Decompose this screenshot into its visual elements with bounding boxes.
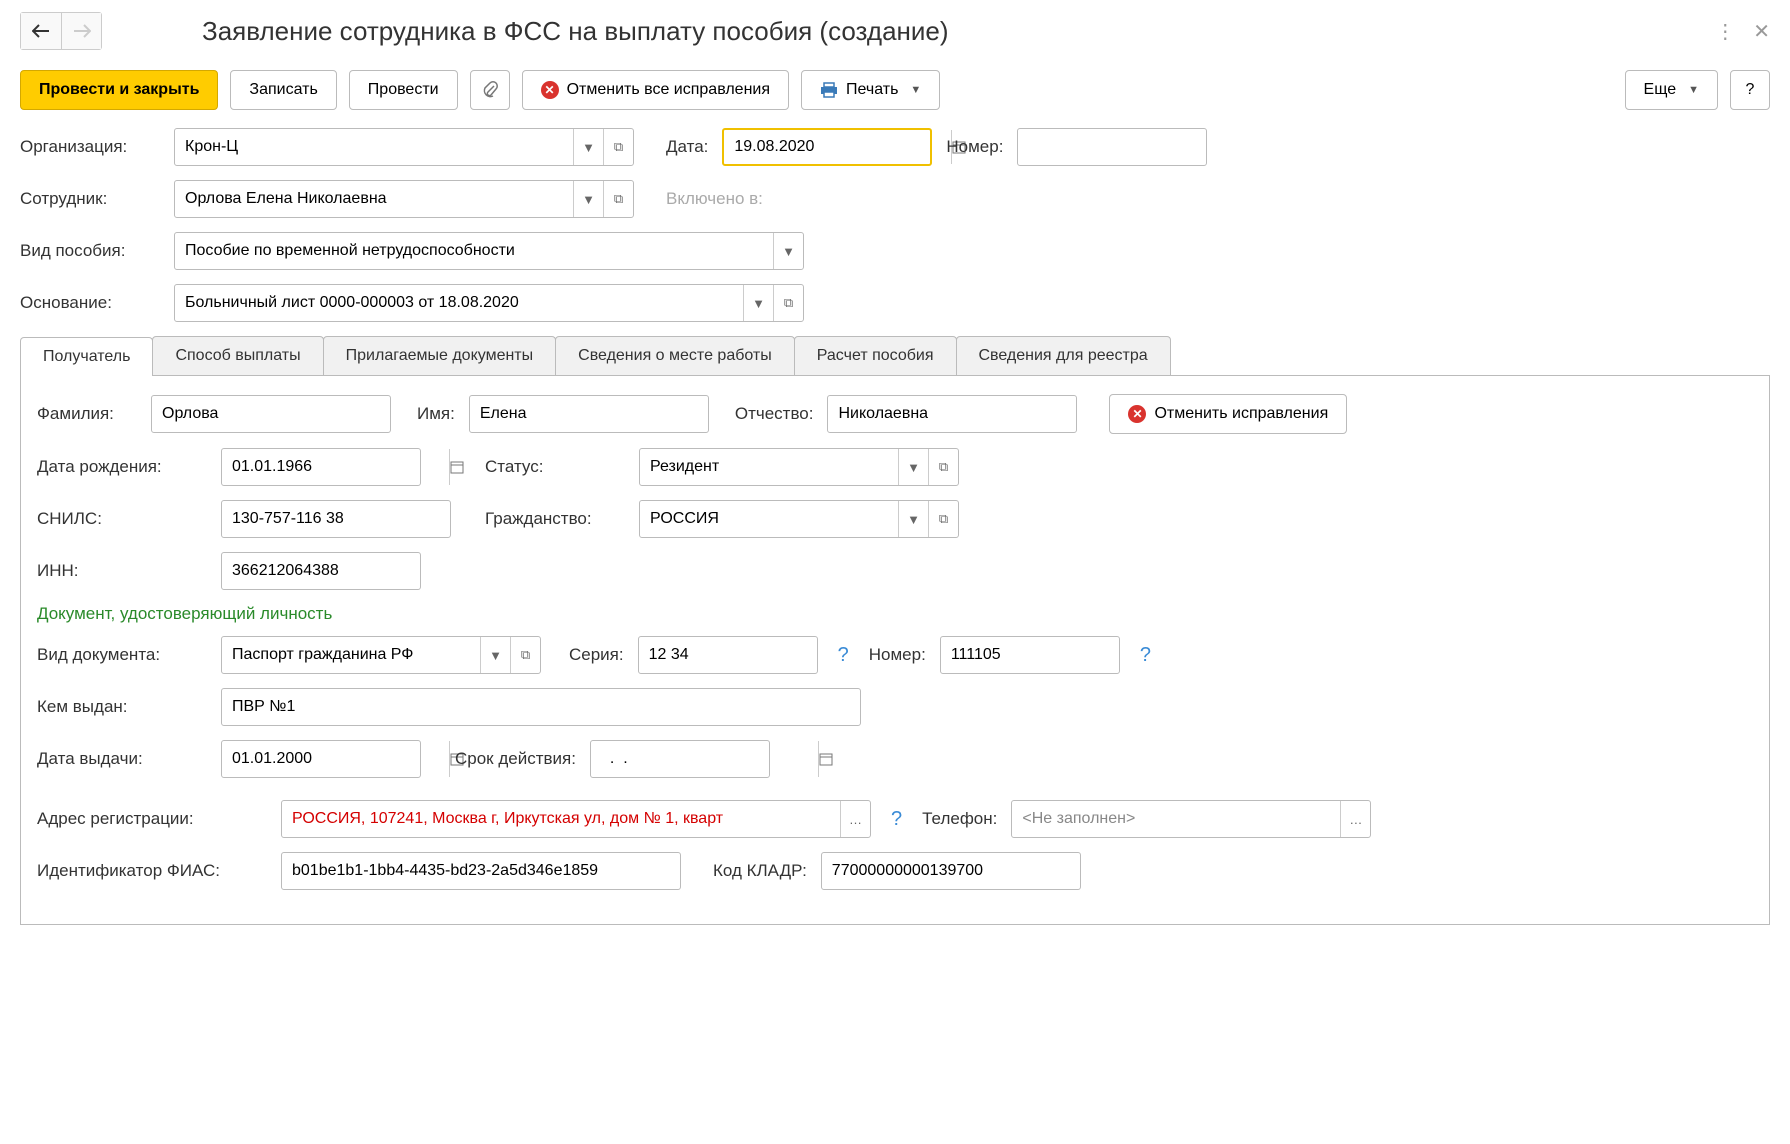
open-icon[interactable]: ⧉ [603, 181, 633, 217]
open-icon[interactable]: ⧉ [928, 449, 958, 485]
inn-input[interactable] [221, 552, 421, 590]
firstname-input[interactable] [469, 395, 709, 433]
addr-input[interactable]: … [281, 800, 871, 838]
id-section-title: Документ, удостоверяющий личность [37, 604, 1753, 624]
status-label: Статус: [485, 457, 625, 477]
lastname-input[interactable] [151, 395, 391, 433]
help-icon[interactable]: ? [1140, 644, 1151, 667]
employee-label: Сотрудник: [20, 189, 160, 209]
dropdown-icon[interactable]: ▼ [773, 233, 803, 269]
dropdown-icon[interactable]: ▼ [573, 129, 603, 165]
post-and-close-button[interactable]: Провести и закрыть [20, 70, 218, 110]
page-title: Заявление сотрудника в ФСС на выплату по… [202, 16, 1715, 47]
close-icon[interactable]: ✕ [1753, 19, 1770, 44]
attach-button[interactable] [470, 70, 510, 110]
nav-forward-button[interactable] [61, 13, 101, 49]
chevron-down-icon: ▼ [1688, 84, 1699, 96]
dropdown-icon[interactable]: ▼ [573, 181, 603, 217]
basis-input[interactable]: ▼ ⧉ [174, 284, 804, 322]
cancel-icon: ✕ [1128, 405, 1146, 423]
middlename-input[interactable] [827, 395, 1077, 433]
inn-label: ИНН: [37, 561, 207, 581]
open-icon[interactable]: ⧉ [603, 129, 633, 165]
dob-label: Дата рождения: [37, 457, 207, 477]
phone-label: Телефон: [922, 809, 997, 829]
idate-label: Дата выдачи: [37, 749, 207, 769]
dropdown-icon[interactable]: ▼ [743, 285, 773, 321]
more-button[interactable]: Еще ▼ [1625, 70, 1718, 110]
issued-input[interactable] [221, 688, 861, 726]
save-button[interactable]: Записать [230, 70, 336, 110]
undo-button[interactable]: ✕ Отменить исправления [1109, 394, 1347, 434]
tab-payment[interactable]: Способ выплаты [152, 336, 323, 375]
dropdown-icon[interactable]: ▼ [898, 501, 928, 537]
paperclip-icon [482, 81, 498, 99]
citizen-input[interactable]: ▼ ⧉ [639, 500, 959, 538]
more-icon[interactable]: … [840, 801, 870, 837]
open-icon[interactable]: ⧉ [928, 501, 958, 537]
calendar-icon[interactable] [818, 741, 833, 777]
help-icon[interactable]: ? [891, 808, 902, 831]
snils-input[interactable] [221, 500, 451, 538]
firstname-label: Имя: [417, 404, 455, 424]
issued-label: Кем выдан: [37, 697, 207, 717]
exp-input[interactable] [590, 740, 770, 778]
employee-input[interactable]: ▼ ⧉ [174, 180, 634, 218]
kladr-input[interactable] [821, 852, 1081, 890]
org-input[interactable]: ▼ ⧉ [174, 128, 634, 166]
fias-input[interactable] [281, 852, 681, 890]
help-icon[interactable]: ? [838, 644, 849, 667]
exp-label: Срок действия: [455, 749, 576, 769]
cancel-icon: ✕ [541, 81, 559, 99]
docnum-label: Номер: [869, 645, 926, 665]
post-button[interactable]: Провести [349, 70, 458, 110]
help-button[interactable]: ? [1730, 70, 1770, 110]
date-label: Дата: [666, 137, 708, 157]
tab-recipient[interactable]: Получатель [20, 337, 153, 376]
included-label: Включено в: [666, 189, 763, 209]
addr-label: Адрес регистрации: [37, 809, 267, 829]
phone-input[interactable]: … [1011, 800, 1371, 838]
org-label: Организация: [20, 137, 160, 157]
fias-label: Идентификатор ФИАС: [37, 861, 267, 881]
citizen-label: Гражданство: [485, 509, 625, 529]
kebab-menu-icon[interactable]: ⋮ [1715, 19, 1735, 44]
calendar-icon[interactable] [449, 449, 464, 485]
number-label: Номер: [946, 137, 1003, 157]
undo-all-button[interactable]: ✕ Отменить все исправления [522, 70, 789, 110]
print-button[interactable]: Печать ▼ [801, 70, 940, 110]
dob-input[interactable] [221, 448, 421, 486]
lastname-label: Фамилия: [37, 404, 137, 424]
printer-icon [820, 82, 838, 98]
dropdown-icon[interactable]: ▼ [480, 637, 510, 673]
benefit-label: Вид пособия: [20, 241, 160, 261]
tab-workplace[interactable]: Сведения о месте работы [555, 336, 795, 375]
number-input[interactable] [1017, 128, 1207, 166]
docnum-input[interactable] [940, 636, 1120, 674]
middlename-label: Отчество: [735, 404, 814, 424]
dropdown-icon[interactable]: ▼ [898, 449, 928, 485]
tab-documents[interactable]: Прилагаемые документы [323, 336, 557, 375]
nav-back-button[interactable] [21, 13, 61, 49]
date-input[interactable] [722, 128, 932, 166]
series-label: Серия: [569, 645, 624, 665]
open-icon[interactable]: ⧉ [773, 285, 803, 321]
doctype-input[interactable]: ▼ ⧉ [221, 636, 541, 674]
snils-label: СНИЛС: [37, 509, 207, 529]
benefit-input[interactable]: ▼ [174, 232, 804, 270]
basis-label: Основание: [20, 293, 160, 313]
kladr-label: Код КЛАДР: [713, 861, 807, 881]
chevron-down-icon: ▼ [910, 84, 921, 96]
tab-calculation[interactable]: Расчет пособия [794, 336, 957, 375]
status-input[interactable]: ▼ ⧉ [639, 448, 959, 486]
open-icon[interactable]: ⧉ [510, 637, 540, 673]
doctype-label: Вид документа: [37, 645, 207, 665]
idate-input[interactable] [221, 740, 421, 778]
series-input[interactable] [638, 636, 818, 674]
more-icon[interactable]: … [1340, 801, 1370, 837]
tab-registry[interactable]: Сведения для реестра [956, 336, 1171, 375]
